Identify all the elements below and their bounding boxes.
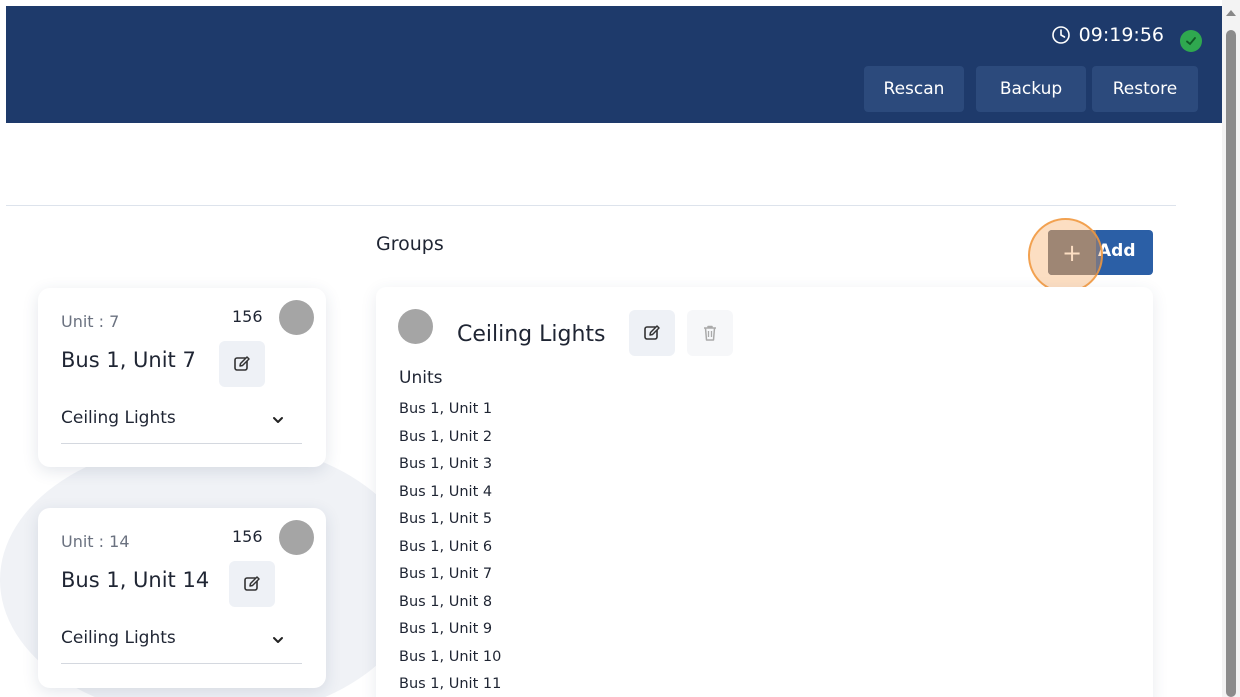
group-select[interactable]: Ceiling Lights xyxy=(61,406,302,444)
scroll-up-icon[interactable] xyxy=(1226,10,1236,16)
top-header: 09:19:56 Rescan Backup Restore xyxy=(6,6,1222,123)
group-select-value: Ceiling Lights xyxy=(61,628,176,648)
group-name: Ceiling Lights xyxy=(457,322,606,347)
group-card: Ceiling Lights Units Bus 1, Unit 1 Bus 1… xyxy=(376,287,1153,697)
list-item: Bus 1, Unit 10 xyxy=(399,648,502,665)
clock: 09:19:56 xyxy=(1051,24,1164,46)
click-highlight xyxy=(1028,218,1103,293)
add-label: Add xyxy=(1098,241,1136,261)
unit-state-indicator[interactable] xyxy=(279,300,314,335)
list-item: Bus 1, Unit 1 xyxy=(399,401,493,417)
backup-button[interactable]: Backup xyxy=(976,66,1086,112)
status-check-circle-icon xyxy=(1180,30,1202,52)
clock-time: 09:19:56 xyxy=(1078,24,1164,46)
unit-card: Unit : 14 156 Bus 1, Unit 14 Ceiling Lig… xyxy=(38,508,326,688)
chevron-down-icon xyxy=(273,417,283,423)
delete-group-button[interactable] xyxy=(687,310,733,356)
edit-unit-button[interactable] xyxy=(219,341,265,387)
group-select[interactable]: Ceiling Lights xyxy=(61,626,302,664)
unit-number-label: Unit : 14 xyxy=(61,532,130,551)
page-scrollbar[interactable] xyxy=(1222,0,1240,697)
scroll-thumb[interactable] xyxy=(1226,30,1236,697)
clock-icon xyxy=(1051,26,1070,44)
unit-name: Bus 1, Unit 14 xyxy=(61,568,210,592)
groups-heading: Groups xyxy=(376,233,444,255)
list-item: Bus 1, Unit 9 xyxy=(399,621,493,637)
trash-icon xyxy=(704,325,716,341)
chevron-down-icon xyxy=(273,637,283,643)
unit-name: Bus 1, Unit 7 xyxy=(61,348,196,372)
list-item: Bus 1, Unit 2 xyxy=(399,428,493,445)
section-divider xyxy=(6,205,1176,206)
edit-icon xyxy=(234,356,250,371)
list-item: Bus 1, Unit 7 xyxy=(399,566,493,582)
unit-card: Unit : 7 156 Bus 1, Unit 7 Ceiling Light… xyxy=(38,288,326,467)
unit-count: 156 xyxy=(232,527,263,546)
group-select-value: Ceiling Lights xyxy=(61,408,176,428)
unit-count: 156 xyxy=(232,307,263,326)
units-label: Units xyxy=(399,368,443,388)
edit-icon xyxy=(244,576,260,591)
unit-state-indicator[interactable] xyxy=(279,520,314,555)
rescan-button[interactable]: Rescan xyxy=(864,66,964,112)
list-item: Bus 1, Unit 5 xyxy=(399,511,493,527)
edit-unit-button[interactable] xyxy=(229,561,275,607)
unit-number-label: Unit : 7 xyxy=(61,312,120,331)
edit-group-button[interactable] xyxy=(629,310,675,356)
list-item: Bus 1, Unit 3 xyxy=(399,456,493,472)
list-item: Bus 1, Unit 4 xyxy=(399,483,493,500)
list-item: Bus 1, Unit 8 xyxy=(399,593,493,610)
list-item: Bus 1, Unit 11 xyxy=(399,676,502,692)
edit-icon xyxy=(644,325,660,340)
group-state-indicator[interactable] xyxy=(398,309,433,344)
restore-button[interactable]: Restore xyxy=(1092,66,1198,112)
group-units-list: Bus 1, Unit 1 Bus 1, Unit 2 Bus 1, Unit … xyxy=(399,399,501,697)
list-item: Bus 1, Unit 6 xyxy=(399,538,493,555)
